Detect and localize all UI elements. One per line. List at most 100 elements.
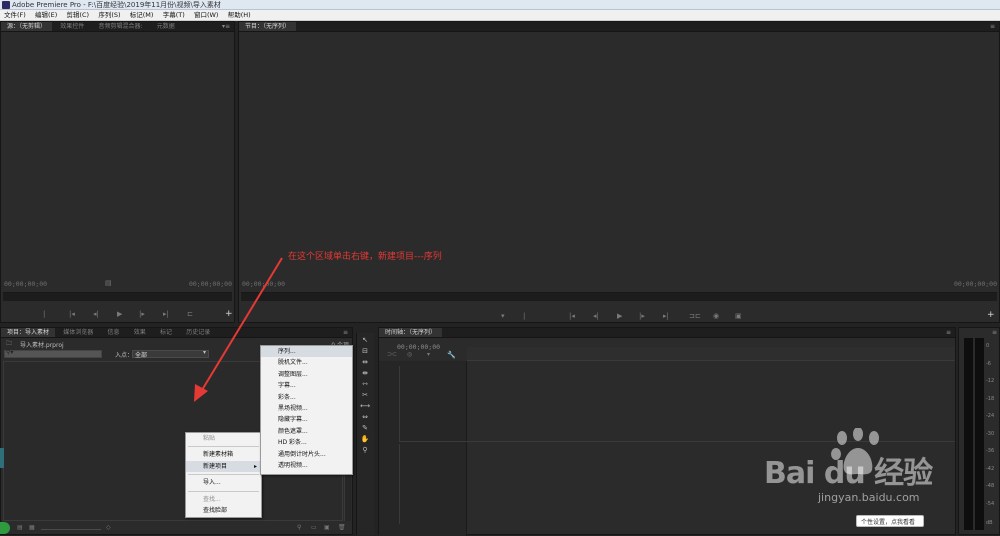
- menu-clip[interactable]: 剪辑(C): [66, 10, 89, 21]
- zoom-slider[interactable]: [41, 529, 101, 530]
- submenu-item-countdown[interactable]: 通用倒计时片头...: [261, 449, 352, 460]
- export-icon[interactable]: ▣: [735, 312, 742, 320]
- menu-item-new-bin[interactable]: 新建素材箱: [186, 449, 261, 460]
- selection-tool-icon[interactable]: ↖: [359, 335, 371, 345]
- tab-info[interactable]: 信息: [102, 328, 126, 337]
- source-viewer[interactable]: [1, 33, 234, 276]
- search-input[interactable]: ⚲▾: [4, 349, 102, 358]
- menu-item-import[interactable]: 导入...: [186, 477, 261, 488]
- linked-icon[interactable]: ◎: [407, 351, 412, 358]
- audio-meter-left-channel: [964, 338, 973, 530]
- delete-icon[interactable]: 🗑: [338, 524, 346, 531]
- program-time-ruler[interactable]: [241, 292, 997, 301]
- add-button-icon[interactable]: +: [987, 310, 995, 320]
- tab-program[interactable]: 节目：（无序列）: [239, 22, 297, 31]
- icon-view-icon[interactable]: ▦: [29, 524, 35, 531]
- source-timecode-left: 00;00;00;00: [4, 280, 48, 288]
- menu-item-new-item[interactable]: 新建项目 ▸: [186, 460, 261, 473]
- step-back-icon[interactable]: ◂|: [93, 310, 99, 318]
- tab-media-browser[interactable]: 媒体浏览器: [57, 328, 99, 337]
- timeline-timecode: 00;00;00;00: [397, 343, 441, 351]
- settings-tooltip[interactable]: 个性设置，点我看看: [856, 515, 924, 527]
- zoom-stepper-icon[interactable]: ◇: [106, 524, 111, 531]
- submenu-item-bars-tone[interactable]: 彩条...: [261, 392, 352, 403]
- add-marker-icon[interactable]: ▾: [427, 351, 430, 358]
- meter-level-label: 0: [986, 343, 990, 349]
- annotation-text: 在这个区域单击右键，新建项目---序列: [288, 252, 442, 262]
- go-to-in-icon[interactable]: |◂: [69, 310, 75, 318]
- tab-markers[interactable]: 标记: [154, 328, 178, 337]
- step-back-icon[interactable]: ◂|: [593, 312, 599, 320]
- submenu-item-black-video[interactable]: 黑场视频...: [261, 403, 352, 414]
- play-icon[interactable]: ▶: [117, 310, 122, 318]
- menu-edit[interactable]: 编辑(E): [35, 10, 57, 21]
- tab-audio-clip-mixer[interactable]: 音频剪辑混合器:: [93, 22, 149, 31]
- menu-sequence[interactable]: 序列(S): [98, 10, 120, 21]
- mark-in-icon[interactable]: |: [43, 310, 45, 318]
- slip-tool-icon[interactable]: ⟷: [359, 401, 371, 411]
- tab-source[interactable]: 源：（无剪辑）: [1, 22, 53, 31]
- tab-effect-controls[interactable]: 效果控件: [54, 22, 90, 31]
- rolling-edit-tool-icon[interactable]: ⇼: [359, 368, 371, 378]
- export-frame-icon[interactable]: ◉: [713, 312, 719, 320]
- side-window-fragment: [0, 448, 4, 468]
- submenu-item-color-matte[interactable]: 颜色遮罩...: [261, 426, 352, 437]
- search-icon: ⚲▾: [6, 349, 14, 356]
- panel-menu-icon[interactable]: ▾≡: [222, 22, 230, 31]
- meter-level-label: -42: [986, 466, 995, 472]
- lift-icon[interactable]: ⊐⊏: [689, 312, 701, 320]
- step-forward-icon[interactable]: |▸: [639, 312, 645, 320]
- pen-tool-icon[interactable]: ✎: [359, 423, 371, 433]
- submenu-item-hd-bars[interactable]: HD 彩条...: [261, 437, 352, 448]
- menu-window[interactable]: 窗口(W): [194, 10, 219, 21]
- source-fit-icon[interactable]: ▤: [105, 279, 112, 287]
- go-to-in-icon[interactable]: |◂: [569, 312, 575, 320]
- new-item-icon[interactable]: ▣: [324, 524, 330, 531]
- panel-menu-icon[interactable]: ≡: [946, 328, 951, 337]
- watermark-url: jingyan.baidu.com: [818, 491, 920, 504]
- panel-menu-icon[interactable]: ≡: [343, 328, 348, 337]
- mark-in-icon[interactable]: ▾: [501, 312, 505, 320]
- submenu-item-transparent-video[interactable]: 透明视频...: [261, 460, 352, 471]
- program-viewer[interactable]: [239, 33, 999, 276]
- slide-tool-icon[interactable]: ⇔: [359, 412, 371, 422]
- hand-tool-icon[interactable]: ✋: [359, 434, 371, 444]
- tab-timeline[interactable]: 时间轴：（无序列）: [379, 328, 443, 337]
- panel-menu-icon[interactable]: ≡: [990, 22, 995, 31]
- track-select-tool-icon[interactable]: ⊟: [359, 346, 371, 356]
- snap-icon[interactable]: ⊃⊂: [387, 351, 397, 358]
- timeline-ruler[interactable]: [467, 347, 955, 361]
- menu-item-paste[interactable]: 粘贴: [186, 433, 261, 444]
- new-bin-icon[interactable]: ▭: [311, 524, 317, 531]
- zoom-tool-icon[interactable]: ⚲: [359, 445, 371, 455]
- submenu-item-adjustment-layer[interactable]: 调整图层...: [261, 369, 352, 380]
- menu-title[interactable]: 字幕(T): [163, 10, 185, 21]
- tab-project[interactable]: 项目：导入素材: [1, 328, 56, 337]
- menu-help[interactable]: 帮助(H): [228, 10, 251, 21]
- tab-metadata[interactable]: 元数据: [151, 22, 181, 31]
- razor-tool-icon[interactable]: ✂: [359, 390, 371, 400]
- submenu-item-offline-file[interactable]: 脱机文件...: [261, 357, 352, 368]
- meter-level-label: -6: [986, 361, 991, 367]
- go-to-out-icon[interactable]: ▸|: [663, 312, 669, 320]
- play-icon[interactable]: ▶: [617, 312, 622, 320]
- menu-item-find[interactable]: 查找...: [186, 494, 261, 505]
- submenu-item-captions[interactable]: 隐藏字幕...: [261, 414, 352, 425]
- meter-level-label: -30: [986, 431, 995, 437]
- list-view-icon[interactable]: ▤: [17, 524, 23, 531]
- window-title: Adobe Premiere Pro - F:\百度经验\2019年11月份\视…: [12, 1, 221, 9]
- find-icon[interactable]: ⚲: [297, 524, 301, 531]
- step-forward-icon[interactable]: |▸: [139, 310, 145, 318]
- tab-effects[interactable]: 效果: [128, 328, 152, 337]
- submenu-item-title[interactable]: 字幕...: [261, 380, 352, 391]
- menu-file[interactable]: 文件(F): [4, 10, 26, 21]
- mark-out-icon[interactable]: |: [523, 312, 525, 320]
- submenu-item-sequence[interactable]: 序列...: [261, 346, 352, 358]
- panel-menu-icon[interactable]: ≡: [992, 328, 997, 338]
- wrench-icon[interactable]: 🔧: [447, 351, 456, 359]
- ripple-edit-tool-icon[interactable]: ⇹: [359, 357, 371, 367]
- menu-marker[interactable]: 标记(M): [130, 10, 154, 21]
- go-to-out-icon[interactable]: ▸|: [163, 310, 169, 318]
- rate-stretch-tool-icon[interactable]: ⇿: [359, 379, 371, 389]
- menu-item-find-faces[interactable]: 查找脸部: [186, 505, 261, 516]
